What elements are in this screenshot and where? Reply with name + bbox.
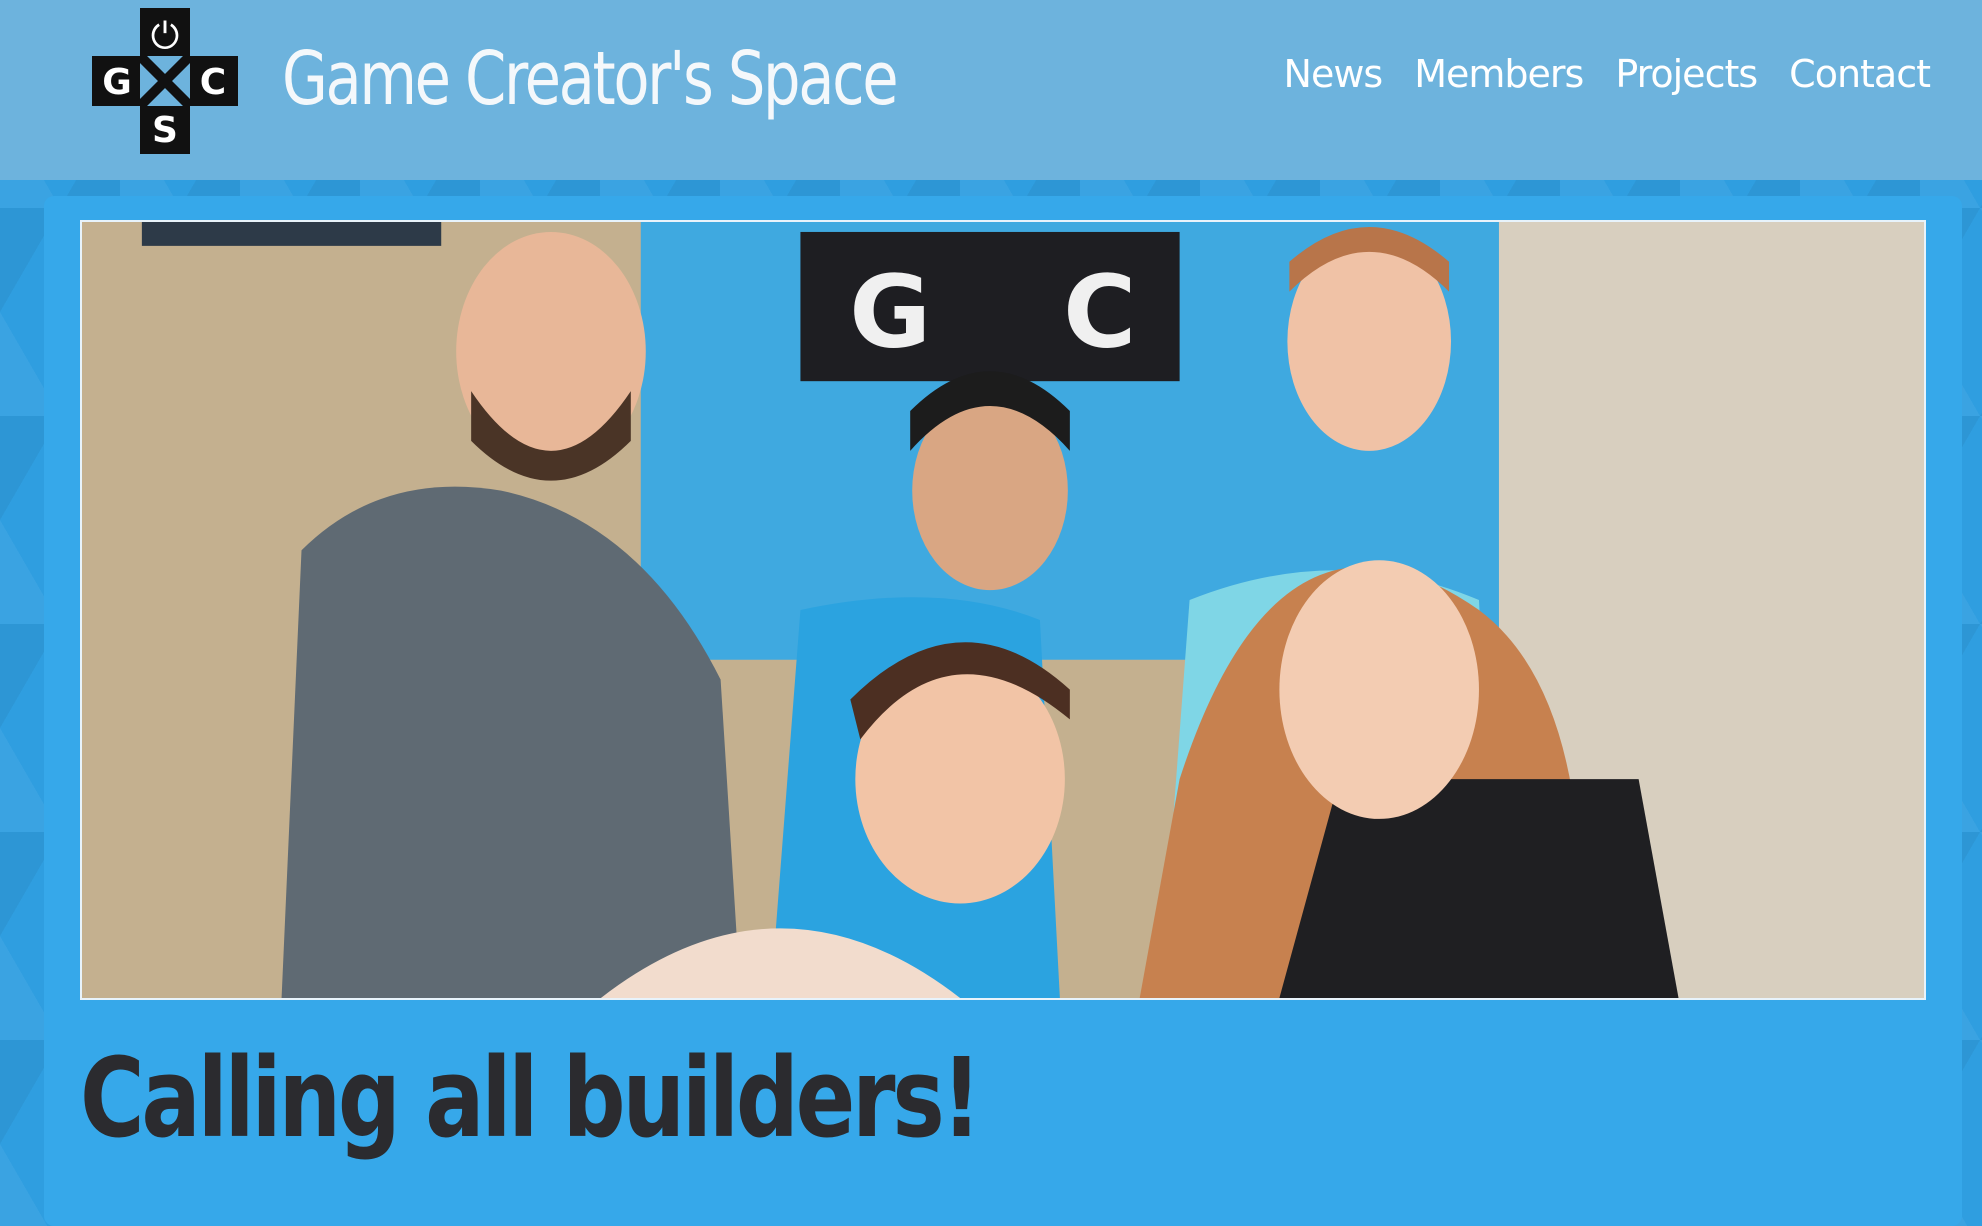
main-nav: News Members Projects Contact (1284, 52, 1931, 96)
photo-sign-letter-g: G (849, 255, 931, 370)
page-headline: Calling all builders! (80, 1034, 982, 1162)
nav-link-members[interactable]: Members (1414, 52, 1584, 96)
photo-monitor (141, 222, 442, 246)
nav-link-news[interactable]: News (1284, 52, 1384, 96)
nav-link-contact[interactable]: Contact (1789, 52, 1931, 96)
logo-letter-right: C (200, 62, 226, 103)
content-card: G C Calling all builders! (44, 196, 1962, 1226)
gcs-logo[interactable]: ⏻ G C S (92, 8, 238, 154)
nav-link-projects[interactable]: Projects (1615, 52, 1758, 96)
logo-letter-left: G (102, 62, 132, 103)
photo-sign-letter-c: C (1063, 255, 1136, 370)
logo-letter-bottom: S (152, 110, 178, 151)
site-header: ⏻ G C S Game Creator's Space News Member… (0, 0, 1982, 180)
site-title[interactable]: Game Creator's Space (282, 36, 899, 122)
hero-group-photo: G C (80, 220, 1926, 1000)
logo-letter-top: ⏻ (151, 16, 179, 57)
